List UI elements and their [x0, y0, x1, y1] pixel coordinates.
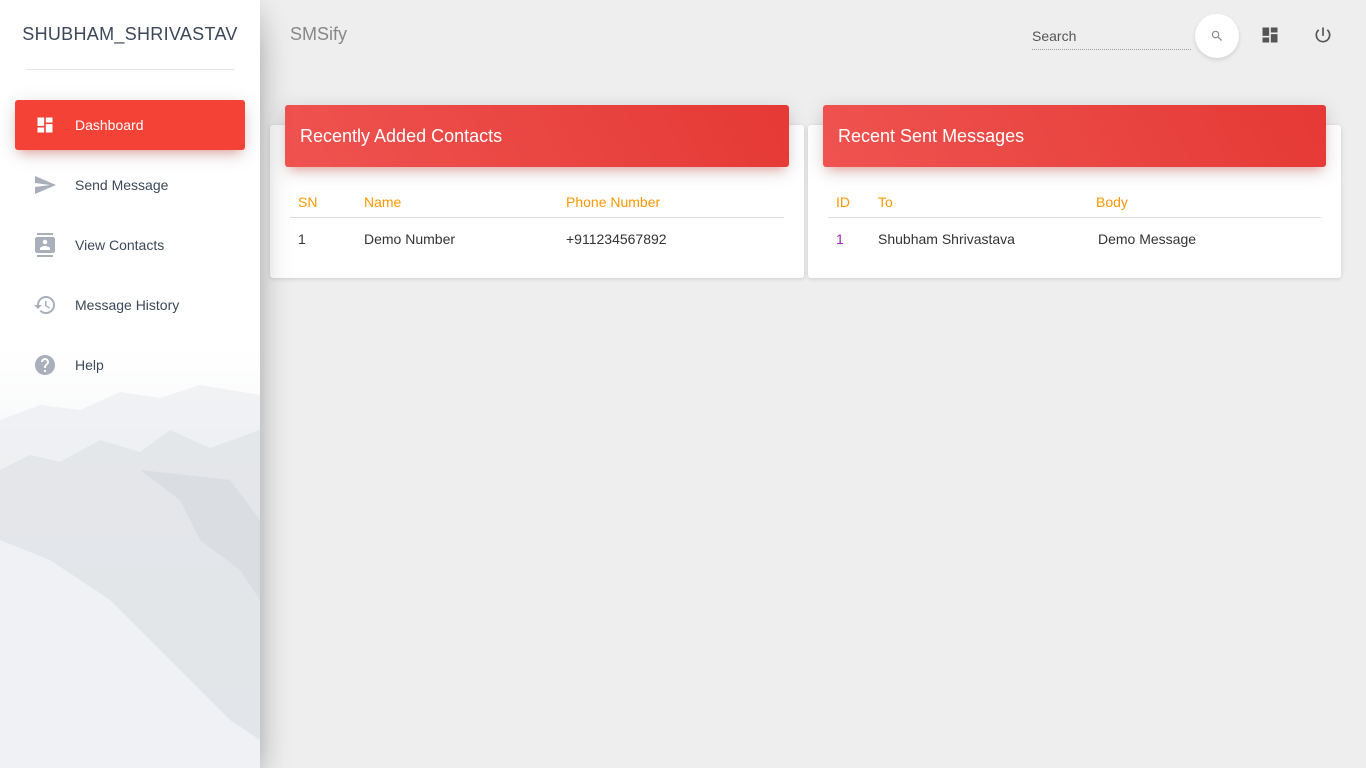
cell-id-link[interactable]: 1	[828, 231, 870, 247]
column-header-name: Name	[364, 194, 402, 210]
recent-contacts-card: Recently Added Contacts SN Name Phone Nu…	[270, 105, 804, 278]
table-header: ID To Body	[828, 187, 1321, 218]
sidebar-nav: Dashboard Send Message View Contacts Mes…	[0, 100, 260, 390]
app-title[interactable]: SMSify	[290, 24, 347, 45]
logout-button[interactable]	[1310, 22, 1336, 48]
column-header-to: To	[878, 194, 893, 210]
search-field	[1032, 22, 1191, 50]
sidebar-item-label: Send Message	[75, 177, 169, 193]
cell-sn: 1	[298, 231, 306, 247]
search-input[interactable]	[1032, 22, 1191, 49]
card-header: Recently Added Contacts	[285, 105, 789, 167]
cell-phone: +911234567892	[566, 231, 667, 247]
sidebar-item-label: Message History	[75, 297, 180, 313]
sidebar-item-label: Dashboard	[75, 117, 144, 133]
sidebar-item-view-contacts[interactable]: View Contacts	[15, 220, 245, 270]
column-header-phone: Phone Number	[566, 194, 661, 210]
column-header-sn: SN	[298, 194, 318, 210]
sidebar: SHUBHAM_SHRIVASTAV Dashboard Send Messag…	[0, 0, 260, 768]
top-navbar: SMSify	[260, 0, 1366, 70]
dashboard-icon	[1262, 27, 1278, 43]
cell-body: Demo Message	[1098, 231, 1197, 247]
sidebar-item-label: Help	[75, 357, 104, 373]
search-icon	[1211, 30, 1222, 41]
cell-name: Demo Number	[364, 231, 456, 247]
sidebar-item-dashboard[interactable]: Dashboard	[15, 100, 245, 150]
card-header: Recent Sent Messages	[823, 105, 1326, 167]
table-row: 1 Demo Number +911234567892	[290, 218, 784, 260]
contacts-table: SN Name Phone Number 1 Demo Number +9112…	[290, 187, 784, 260]
messages-table: ID To Body 1 Shubham Shrivastava Demo Me…	[828, 187, 1321, 260]
table-header: SN Name Phone Number	[290, 187, 784, 218]
contacts-icon	[30, 230, 60, 260]
card-title: Recently Added Contacts	[300, 125, 503, 146]
column-header-id: ID	[836, 194, 850, 210]
card-title: Recent Sent Messages	[838, 125, 1025, 146]
cell-to: Shubham Shrivastava	[878, 231, 1015, 247]
dashboard-button[interactable]	[1257, 22, 1283, 48]
power-icon	[1315, 27, 1331, 43]
sidebar-item-label: View Contacts	[75, 237, 165, 253]
dashboard-icon	[30, 110, 60, 140]
sidebar-item-send-message[interactable]: Send Message	[15, 160, 245, 210]
sidebar-item-message-history[interactable]: Message History	[15, 280, 245, 330]
send-icon	[30, 170, 60, 200]
table-row: 1 Shubham Shrivastava Demo Message	[828, 218, 1321, 260]
sidebar-item-help[interactable]: Help	[15, 340, 245, 390]
search-button[interactable]	[1195, 14, 1239, 58]
column-header-body: Body	[1096, 194, 1128, 210]
brand-name[interactable]: SHUBHAM_SHRIVASTAV	[22, 0, 237, 70]
history-icon	[30, 290, 60, 320]
help-icon	[30, 350, 60, 380]
recent-messages-card: Recent Sent Messages ID To Body 1 Shubha…	[808, 105, 1341, 278]
